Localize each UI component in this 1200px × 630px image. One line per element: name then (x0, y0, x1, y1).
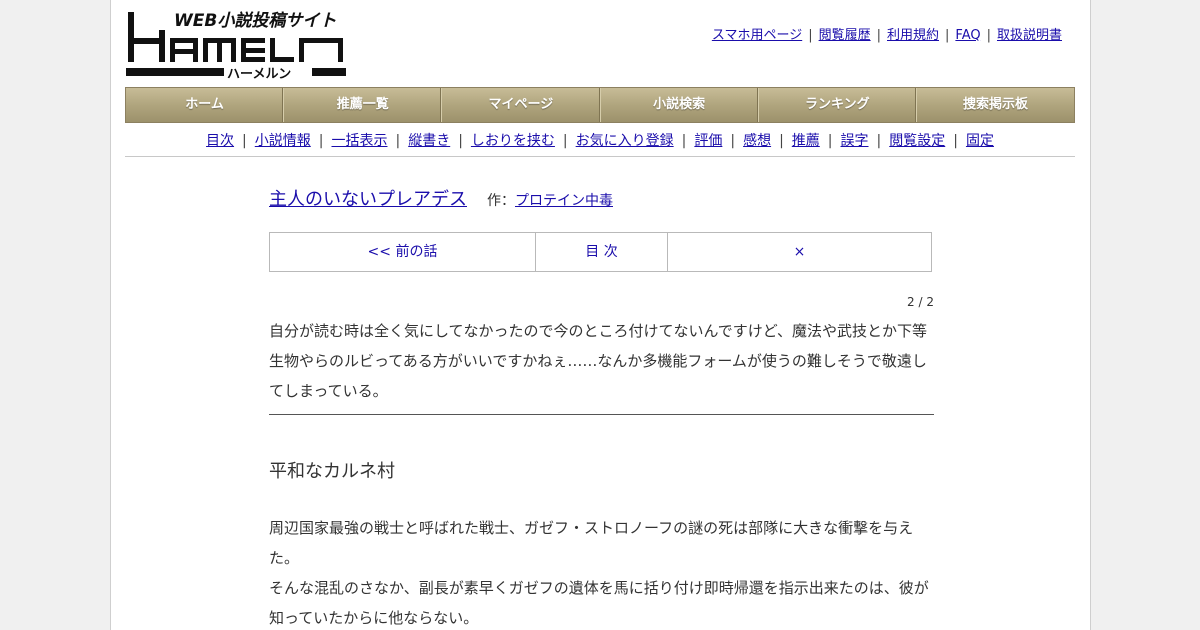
separator: | (681, 133, 687, 149)
nav-home[interactable]: ホーム (126, 88, 285, 122)
separator: | (395, 133, 401, 149)
nav-recommendations[interactable]: 推薦一覧 (284, 88, 443, 122)
separator: | (458, 133, 463, 149)
separator: | (318, 133, 324, 149)
prev-episode-link[interactable]: << 前の話 (368, 244, 438, 260)
novel-title-link[interactable]: 主人のいないプレアデス (269, 189, 467, 210)
separator: | (808, 28, 813, 43)
author-preface: 自分が読む時は全く気にしてなかったので今のところ付けてないんですけど、魔法や武技… (269, 322, 928, 400)
nav-novel-search[interactable]: 小説検索 (601, 88, 759, 122)
divider (125, 156, 1075, 157)
separator: | (730, 133, 736, 149)
body-paragraph: 周辺国家最強の戦士と呼ばれた戦士、ガゼフ・ストロノーフの謎の死は部隊に大きな衝撃… (269, 519, 914, 567)
nav-ranking[interactable]: ランキング (759, 88, 917, 122)
close-link[interactable]: × (794, 244, 806, 260)
separator: | (779, 133, 784, 149)
page-counter: 2 / 2 (907, 295, 934, 309)
top-link-faq[interactable]: FAQ (955, 28, 980, 43)
hameln-logo[interactable]: WEB小説投稿サイト ハーメルン (126, 8, 348, 82)
top-link-manual[interactable]: 取扱説明書 (997, 28, 1062, 43)
preface-divider (269, 414, 934, 415)
sub-nav: 目次 | 小説情報 | 一括表示 | 縦書き | しおりを挟む | お気に入り登録 | 評価 | 感想 | 推薦… (125, 130, 1075, 150)
logo-kana: ハーメルン (227, 67, 291, 82)
toc-link[interactable]: 目 次 (585, 244, 617, 260)
separator: | (876, 133, 882, 149)
pager-prev-cell: << 前の話 (270, 233, 536, 271)
subnav-recommend[interactable]: 推薦 (792, 133, 820, 149)
separator: | (986, 28, 991, 43)
separator: | (945, 28, 950, 43)
separator: | (876, 28, 881, 43)
subnav-rating[interactable]: 評価 (694, 133, 722, 149)
nav-search-board[interactable]: 捜索掲示板 (917, 88, 1074, 122)
body-paragraph: そんな混乱のさなか、副長が素早くガゼフの遺体を馬に括り付け即時帰還を指示出来たの… (269, 579, 929, 627)
author-link[interactable]: プロテイン中毒 (515, 193, 613, 209)
separator: | (827, 133, 833, 149)
subnav-favorite[interactable]: お気に入り登録 (576, 133, 674, 149)
top-link-history[interactable]: 閲覧履歴 (819, 28, 871, 43)
top-link-smartphone[interactable]: スマホ用ページ (712, 28, 802, 43)
subnav-typo[interactable]: 誤字 (841, 133, 869, 149)
separator: | (953, 133, 958, 149)
top-link-terms[interactable]: 利用規約 (887, 28, 939, 43)
novel-header: 主人のいないプレアデス 作：プロテイン中毒 (269, 185, 613, 211)
pager-toc-cell: 目 次 (536, 233, 668, 271)
page: WEB小説投稿サイト ハーメルン スマホ用ページ | 閲覧履歴 | 利用規約 | FA (110, 0, 1091, 630)
nav-mypage[interactable]: マイページ (442, 88, 601, 122)
subnav-show-all[interactable]: 一括表示 (331, 133, 387, 149)
subnav-view-settings[interactable]: 閲覧設定 (889, 133, 945, 149)
subnav-novel-info[interactable]: 小説情報 (255, 133, 311, 149)
novel-body: 周辺国家最強の戦士と呼ばれた戦士、ガゼフ・ストロノーフの謎の死は部隊に大きな衝撃… (269, 513, 934, 630)
subnav-review[interactable]: 感想 (743, 133, 771, 149)
top-links: スマホ用ページ | 閲覧履歴 | 利用規約 | FAQ | 取扱説明書 (712, 24, 1062, 43)
separator: | (562, 133, 568, 149)
subnav-toc[interactable]: 目次 (206, 133, 234, 149)
subnav-bookmark[interactable]: しおりを挟む (471, 133, 555, 149)
episode-pager: << 前の話 目 次 × (269, 232, 932, 272)
subnav-pin[interactable]: 固定 (966, 133, 994, 149)
author-label: 作： (487, 193, 515, 209)
main-nav: ホーム 推薦一覧 マイページ 小説検索 ランキング 捜索掲示板 (125, 87, 1075, 123)
chapter-title: 平和なカルネ村 (269, 461, 395, 482)
separator: | (242, 133, 247, 149)
subnav-vertical[interactable]: 縦書き (408, 133, 450, 149)
pager-close-cell: × (668, 233, 931, 271)
logo-tagline: WEB小説投稿サイト (174, 11, 336, 31)
